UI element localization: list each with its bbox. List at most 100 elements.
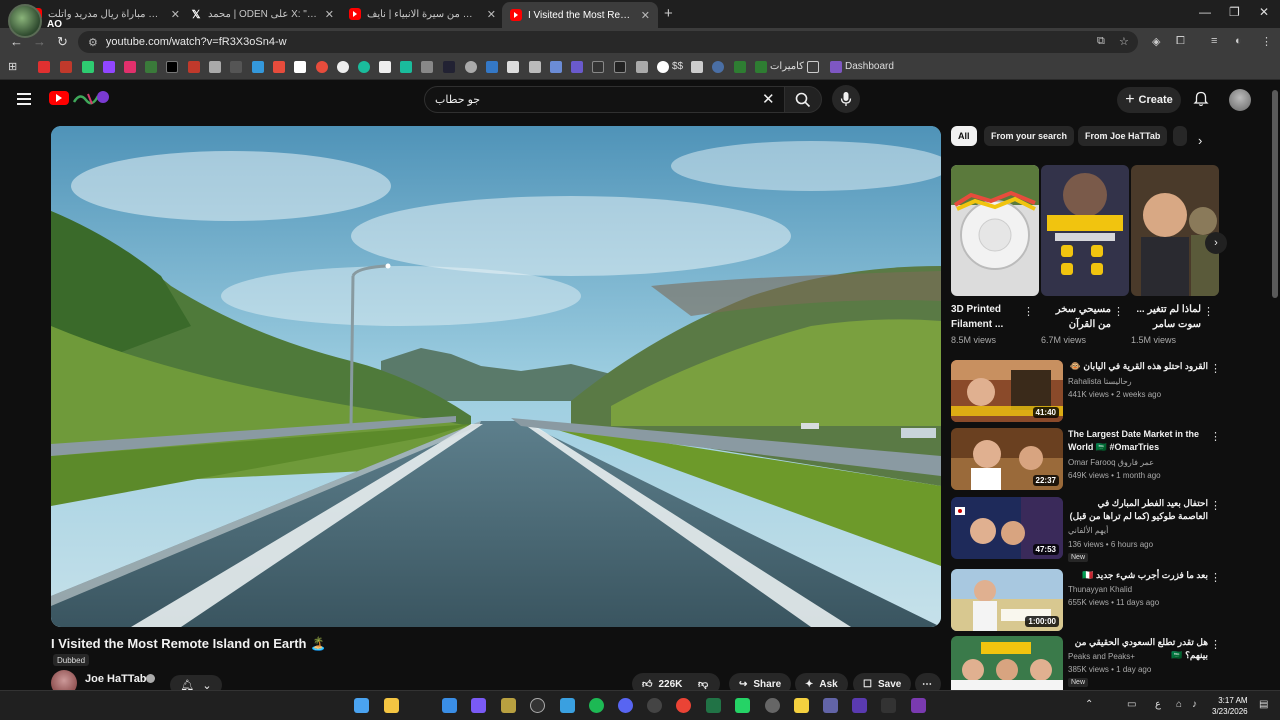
close-icon[interactable]: ✕ xyxy=(641,9,650,22)
tab-active-video[interactable]: I Visited the Most Remote Islan ✕ xyxy=(502,2,658,28)
bookmark-icon[interactable] xyxy=(400,61,412,73)
browser-profile-avatar[interactable] xyxy=(8,4,42,38)
omnibox[interactable]: ⚙ youtube.com/watch?v=fR3X3oSn4-w xyxy=(78,31,1138,53)
folder-icon[interactable] xyxy=(807,61,819,73)
app-icon[interactable] xyxy=(471,698,486,713)
clock[interactable]: 3:17 AM 3/23/2026 xyxy=(1212,695,1248,717)
recommended-video[interactable]: 22:37 The Largest Date Market in the Wor… xyxy=(951,428,1221,492)
bookmark-icon[interactable] xyxy=(571,61,583,73)
chip-from-search[interactable]: From your search xyxy=(984,126,1075,146)
whatsapp-icon[interactable] xyxy=(735,698,750,713)
tray-app-icon[interactable]: ▭ xyxy=(1127,699,1136,710)
bookmark-icon[interactable] xyxy=(337,61,349,73)
bookmark-icon[interactable] xyxy=(529,61,541,73)
recommended-video[interactable]: 1:00:00 بعد ما فزرت أجرب شيء جديد 🇮🇹 Thu… xyxy=(951,569,1221,633)
youtube-doodle-logo[interactable] xyxy=(72,88,110,108)
more-vertical-icon[interactable]: ⋮ xyxy=(1210,571,1221,584)
teams-icon[interactable] xyxy=(823,698,838,713)
google-icon[interactable] xyxy=(657,61,669,73)
short-thumbnail[interactable] xyxy=(951,165,1039,296)
tab-prophets[interactable]: الجزء الثاني من سيرة الانبياء | نايف ✕ xyxy=(349,4,496,24)
bookmark-star-icon[interactable]: ☆ xyxy=(1119,35,1129,48)
create-button[interactable]: + Create xyxy=(1117,87,1181,113)
close-icon[interactable]: ✕ xyxy=(325,8,334,21)
notifications-bell-icon[interactable] xyxy=(1193,91,1209,107)
forward-icon[interactable]: → xyxy=(33,34,46,49)
video-title[interactable]: The Largest Date Market in the World 🇸🇦 … xyxy=(1068,428,1208,454)
bookmark-icon[interactable] xyxy=(636,61,648,73)
video-title[interactable]: بعد ما فزرت أجرب شيء جديد 🇮🇹 xyxy=(1068,569,1208,582)
apps-grid-icon[interactable]: ⊞ xyxy=(8,60,20,73)
channel-name[interactable]: Joe HaTTab xyxy=(85,673,147,685)
bookmark-icon[interactable] xyxy=(421,61,433,73)
bookmark-icon[interactable] xyxy=(755,61,767,73)
video-title[interactable]: القرود احتلو هذه القرية في اليابان 🐵 xyxy=(1068,360,1208,373)
recommended-video[interactable]: 41:40 القرود احتلو هذه القرية في اليابان… xyxy=(951,360,1221,424)
search-input[interactable] xyxy=(435,93,735,106)
bookmark-kick-icon[interactable] xyxy=(82,61,94,73)
bookmark-icon[interactable] xyxy=(230,61,242,73)
chip-from-channel[interactable]: From Joe HaTTab xyxy=(1078,126,1168,146)
video-thumbnail[interactable]: 1:00:00 xyxy=(951,569,1063,631)
4k-app-icon[interactable] xyxy=(530,698,545,713)
short-thumbnail[interactable] xyxy=(1041,165,1129,296)
close-icon[interactable]: ✕ xyxy=(487,8,496,21)
search-box[interactable] xyxy=(424,86,788,113)
bookmark-dollar-label[interactable]: $$ xyxy=(672,61,683,72)
bookmark-icon[interactable] xyxy=(592,61,604,73)
tray-overflow-icon[interactable]: ⌃ xyxy=(1085,699,1093,710)
bookmark-icon[interactable] xyxy=(379,61,391,73)
reload-icon[interactable]: ↻ xyxy=(57,34,68,50)
input-language[interactable]: ع xyxy=(1155,699,1161,710)
account-avatar[interactable] xyxy=(1229,89,1251,111)
video-title[interactable]: احتفال بعيد الفطر المبارك في العاصمة طوك… xyxy=(1068,497,1208,523)
menu-kebab-icon[interactable]: ⋮ xyxy=(1261,35,1272,48)
new-tab-icon[interactable]: + xyxy=(664,5,673,22)
video-player[interactable] xyxy=(51,126,941,627)
bookmark-icon[interactable] xyxy=(550,61,562,73)
minimize-icon[interactable]: — xyxy=(1199,5,1211,19)
app-icon[interactable] xyxy=(501,698,516,713)
chip-overflow[interactable] xyxy=(1173,126,1187,146)
bookmark-icon[interactable] xyxy=(614,61,626,73)
reading-list-icon[interactable]: ≡ xyxy=(1211,35,1217,47)
channel-name[interactable]: Rahalista رحاليستا xyxy=(1068,377,1132,386)
bookmark-icon[interactable] xyxy=(209,61,221,73)
channel-name[interactable]: أيهم الألفاني xyxy=(1068,526,1108,535)
more-vertical-icon[interactable]: ⋮ xyxy=(1113,305,1124,318)
short-thumbnail[interactable] xyxy=(1131,165,1219,296)
bookmark-icon[interactable] xyxy=(294,61,306,73)
app-icon[interactable] xyxy=(765,698,780,713)
youtube-logo-icon[interactable] xyxy=(49,91,69,105)
video-thumbnail[interactable] xyxy=(951,636,1063,698)
bookmark-icon[interactable] xyxy=(443,61,455,73)
short-title[interactable]: لماذا لم تتغير ... سوت سامر xyxy=(1131,302,1201,332)
more-vertical-icon[interactable]: ⋮ xyxy=(1210,499,1221,512)
bookmark-icon[interactable] xyxy=(691,61,703,73)
more-vertical-icon[interactable]: ⋮ xyxy=(1023,305,1034,318)
volume-icon[interactable]: ♪ xyxy=(1192,699,1197,710)
bookmark-dashboard[interactable]: Dashboard xyxy=(845,61,894,72)
close-window-icon[interactable]: ✕ xyxy=(1259,5,1269,19)
extension-icon[interactable]: ◈ xyxy=(1152,35,1160,48)
video-thumbnail[interactable]: 47:53 xyxy=(951,497,1063,559)
discord-icon[interactable] xyxy=(618,698,633,713)
more-vertical-icon[interactable]: ⋮ xyxy=(1210,362,1221,375)
profile-icon[interactable]: ◐ xyxy=(1235,35,1242,47)
bookmark-icon[interactable] xyxy=(358,61,370,73)
short-card[interactable]: مسيحي سخر من القرآن فأحرجه ... 6.7M view… xyxy=(1041,165,1129,345)
chip-all[interactable]: All xyxy=(951,126,977,146)
start-windows-icon[interactable] xyxy=(354,698,369,713)
search-button[interactable] xyxy=(784,86,822,113)
app-icon[interactable] xyxy=(881,698,896,713)
channel-name[interactable]: Peaks and Peaks+ xyxy=(1068,652,1135,661)
bookmark-icon[interactable] xyxy=(712,61,724,73)
vpn-icon[interactable] xyxy=(560,698,575,713)
bookmark-icon[interactable] xyxy=(252,61,264,73)
app-icon[interactable] xyxy=(911,698,926,713)
site-info-icon[interactable]: ⚙ xyxy=(88,36,98,49)
video-thumbnail[interactable]: 41:40 xyxy=(951,360,1063,422)
close-icon[interactable]: ✕ xyxy=(171,8,180,21)
bookmark-icon[interactable] xyxy=(60,61,72,73)
clear-search-icon[interactable]: ✕ xyxy=(762,90,775,108)
